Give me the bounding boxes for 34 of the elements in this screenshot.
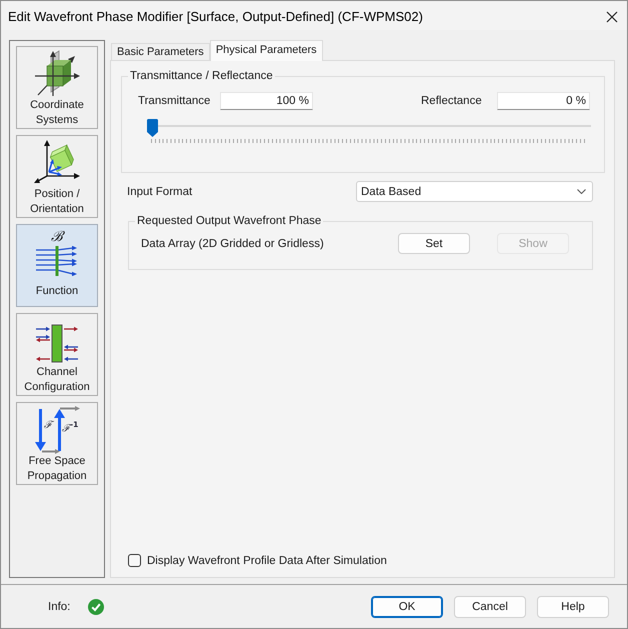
- action-button[interactable]: Set: [398, 233, 470, 254]
- info-label: Info:: [48, 600, 70, 612]
- dialog-button[interactable]: Cancel: [454, 596, 526, 618]
- field-label: Transmittance: [138, 95, 212, 107]
- sidebar-item[interactable]: Channel Configuration: [16, 313, 98, 396]
- sidebar-item[interactable]: ℬ Function: [16, 224, 98, 307]
- formula-symbol: ℱ: [44, 421, 52, 431]
- checkbox[interactable]: [128, 554, 141, 567]
- field-label: Data Array (2D Gridded or Gridless): [141, 238, 325, 250]
- formula-symbol: ℱ$^{-1}$: [62, 421, 78, 434]
- beam-through-plate-icon: [35, 246, 79, 276]
- close-icon[interactable]: [606, 10, 618, 22]
- dropdown[interactable]: Data Based: [356, 181, 593, 202]
- chevron-icon: [577, 189, 586, 194]
- sidebar-item[interactable]: ℱ ℱ$^{-1}$ Free Space Propagation: [16, 402, 98, 485]
- sidebar-item[interactable]: Coordinate Systems: [16, 46, 98, 129]
- field-label: Input Format: [127, 186, 192, 198]
- tab[interactable]: Basic Parameters: [111, 43, 210, 60]
- sidebar-item[interactable]: Position / Orientation: [16, 135, 98, 218]
- field-label: Reflectance: [421, 95, 483, 107]
- group-title: Requested Output Wavefront Phase: [136, 215, 322, 227]
- dialog-button[interactable]: OK: [371, 596, 443, 618]
- cube-axes-icon: [33, 50, 81, 98]
- input-field[interactable]: 100 %: [220, 92, 313, 110]
- tab[interactable]: Physical Parameters: [210, 40, 323, 61]
- window-title: Edit Wavefront Phase Modifier [Surface, Output-Defined] (CF-WPMS02): [8, 9, 423, 24]
- checkbox-label: Display Wavefront Profile Data After Simulation: [147, 554, 387, 566]
- slider-thumb[interactable]: [147, 119, 158, 137]
- channel-arrows-icon: [33, 323, 81, 365]
- dialog-button[interactable]: Help: [537, 596, 609, 618]
- group-title: Transmittance / Reflectance: [129, 70, 274, 82]
- input-field[interactable]: 0 %: [497, 92, 590, 110]
- vertical-arrows-icon: [33, 406, 81, 454]
- formula-symbol: ℬ: [51, 230, 63, 244]
